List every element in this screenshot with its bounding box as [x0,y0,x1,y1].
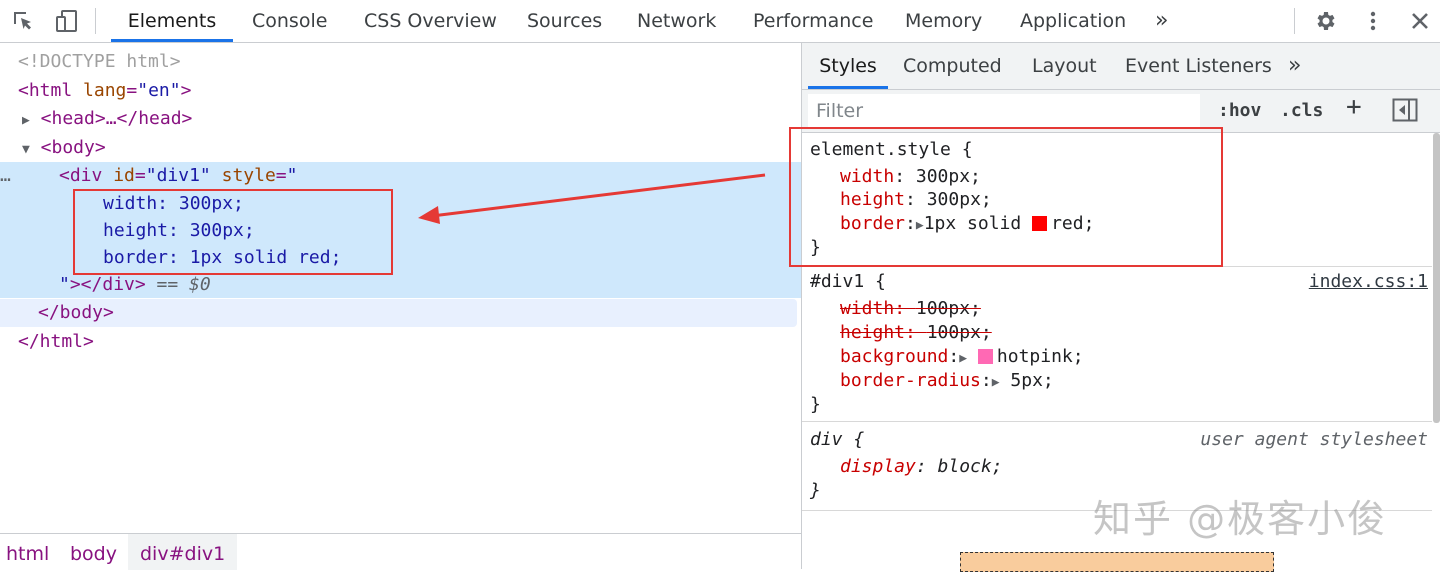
style-property: display: block; [840,456,1003,477]
tab-computed[interactable]: Computed [903,43,1002,89]
gear-icon[interactable] [1310,6,1340,36]
rule-close: } [810,394,821,415]
device-toolbar-icon[interactable] [52,6,82,36]
box-model-content [960,552,1274,572]
highlight-box [789,127,1223,267]
new-style-rule-button[interactable]: + [1346,91,1362,124]
sidebar-tabs: Styles Computed Layout Event Listeners » [802,43,1440,90]
tab-performance[interactable]: Performance [753,0,873,42]
highlight-box [73,189,393,275]
tab-console[interactable]: Console [252,0,327,42]
tab-event-listeners[interactable]: Event Listeners [1125,43,1272,89]
dom-div1-close: "></div> == $0 [59,274,211,295]
breadcrumb: html body div#div1 [0,533,801,570]
more-tabs-button[interactable]: » [1155,0,1168,42]
tab-css-overview[interactable]: CSS Overview [364,0,497,42]
close-icon[interactable] [1405,6,1435,36]
color-swatch-hotpink[interactable] [977,349,993,364]
style-property[interactable]: background:▶ hotpink; [840,345,1084,369]
tab-application[interactable]: Application [1020,0,1126,42]
tab-network[interactable]: Network [637,0,716,42]
watermark: 知乎 @极客小俊 [1093,497,1388,541]
dom-head-node[interactable]: ▶ <head>…</head> [22,105,823,133]
toolbar-divider [95,8,96,34]
styles-scrollbar[interactable] [1433,133,1440,423]
rule-selector: div { [810,429,865,450]
dom-body-close: </body> [38,302,114,323]
breadcrumb-html[interactable]: html [6,534,49,570]
expand-triangle-icon[interactable]: ▶ [22,113,30,128]
more-sidebar-tabs-button[interactable]: » [1288,43,1301,89]
rule-selector: #div1 { [810,271,886,292]
collapse-triangle-icon[interactable]: ▼ [22,142,30,157]
toolbar-divider [1294,8,1295,34]
devtools-toolbar: Elements Console CSS Overview Sources Ne… [0,0,1440,43]
source-link[interactable]: index.css:1 [1309,270,1428,294]
more-options-icon[interactable] [1358,6,1388,36]
style-property-overridden[interactable]: width: 100px; [840,297,981,321]
inspect-element-icon[interactable] [8,6,38,36]
tab-sources[interactable]: Sources [527,0,602,42]
dom-html-close[interactable]: </html> [18,328,819,356]
tab-memory[interactable]: Memory [905,0,982,42]
tab-elements[interactable]: Elements [111,0,233,42]
style-property[interactable]: border-radius:▶ 5px; [840,369,1054,393]
expand-triangle-icon[interactable]: ▶ [992,375,1000,390]
rule-close: } [810,480,821,501]
tab-styles[interactable]: Styles [808,43,888,89]
filter-input[interactable] [808,94,1200,127]
cls-toggle[interactable]: .cls [1280,94,1323,127]
user-agent-label: user agent stylesheet [1200,429,1428,450]
breadcrumb-div1[interactable]: div#div1 [128,534,238,570]
expand-triangle-icon[interactable]: ▶ [959,351,967,366]
dom-tree-panel: <!DOCTYPE html> <html lang="en"> ▶ <head… [0,43,801,533]
dom-body-node[interactable]: ▼ <body> [22,134,823,162]
selected-marker: == $0 [156,274,211,295]
toggle-sidebar-icon[interactable] [1392,98,1418,122]
hov-toggle[interactable]: :hov [1218,94,1261,127]
breadcrumb-body[interactable]: body [70,534,117,570]
annotation-arrow [418,173,766,224]
dom-html-node[interactable]: <html lang="en"> [18,77,819,105]
tab-layout[interactable]: Layout [1032,43,1097,89]
style-property-overridden[interactable]: height: 100px; [840,321,992,345]
dom-doctype[interactable]: <!DOCTYPE html> [18,48,819,76]
